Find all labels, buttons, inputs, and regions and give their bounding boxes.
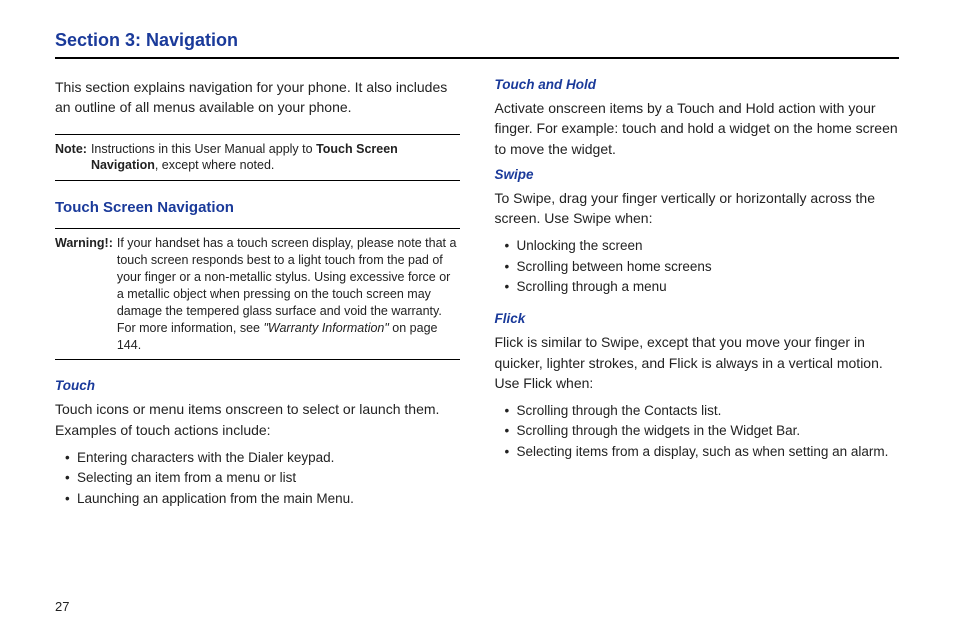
section-title: Section 3: Navigation	[55, 30, 899, 59]
warning-label: Warning!:	[55, 235, 117, 353]
list-item: Selecting items from a display, such as …	[505, 442, 900, 462]
left-column: This section explains navigation for you…	[55, 77, 460, 523]
touch-bullets: Entering characters with the Dialer keyp…	[55, 448, 460, 509]
intro-text: This section explains navigation for you…	[55, 77, 460, 118]
note-label: Note:	[55, 141, 91, 175]
warning-text: If your handset has a touch screen displ…	[117, 235, 460, 353]
note-pre: Instructions in this User Manual apply t…	[91, 142, 316, 156]
flick-bullets: Scrolling through the Contacts list. Scr…	[495, 401, 900, 462]
right-column: Touch and Hold Activate onscreen items b…	[495, 77, 900, 523]
flick-body: Flick is similar to Swipe, except that y…	[495, 332, 900, 393]
page-number: 27	[55, 599, 69, 614]
note-text: Instructions in this User Manual apply t…	[91, 141, 460, 175]
list-item: Entering characters with the Dialer keyp…	[65, 448, 460, 468]
warning-box: Warning!: If your handset has a touch sc…	[55, 228, 460, 360]
touch-title: Touch	[55, 378, 460, 393]
list-item: Unlocking the screen	[505, 236, 900, 256]
swipe-bullets: Unlocking the screen Scrolling between h…	[495, 236, 900, 297]
touch-hold-title: Touch and Hold	[495, 77, 900, 92]
list-item: Scrolling between home screens	[505, 257, 900, 277]
list-item: Scrolling through the Contacts list.	[505, 401, 900, 421]
list-item: Scrolling through the widgets in the Wid…	[505, 421, 900, 441]
note-box: Note: Instructions in this User Manual a…	[55, 134, 460, 182]
touch-hold-body: Activate onscreen items by a Touch and H…	[495, 98, 900, 159]
swipe-body: To Swipe, drag your finger vertically or…	[495, 188, 900, 229]
content-columns: This section explains navigation for you…	[55, 77, 899, 523]
list-item: Launching an application from the main M…	[65, 489, 460, 509]
touch-body: Touch icons or menu items onscreen to se…	[55, 399, 460, 440]
flick-title: Flick	[495, 311, 900, 326]
note-post: , except where noted.	[155, 158, 275, 172]
list-item: Scrolling through a menu	[505, 277, 900, 297]
warning-italic: "Warranty Information"	[263, 321, 388, 335]
subsection-title: Touch Screen Navigation	[55, 199, 460, 216]
swipe-title: Swipe	[495, 167, 900, 182]
list-item: Selecting an item from a menu or list	[65, 468, 460, 488]
